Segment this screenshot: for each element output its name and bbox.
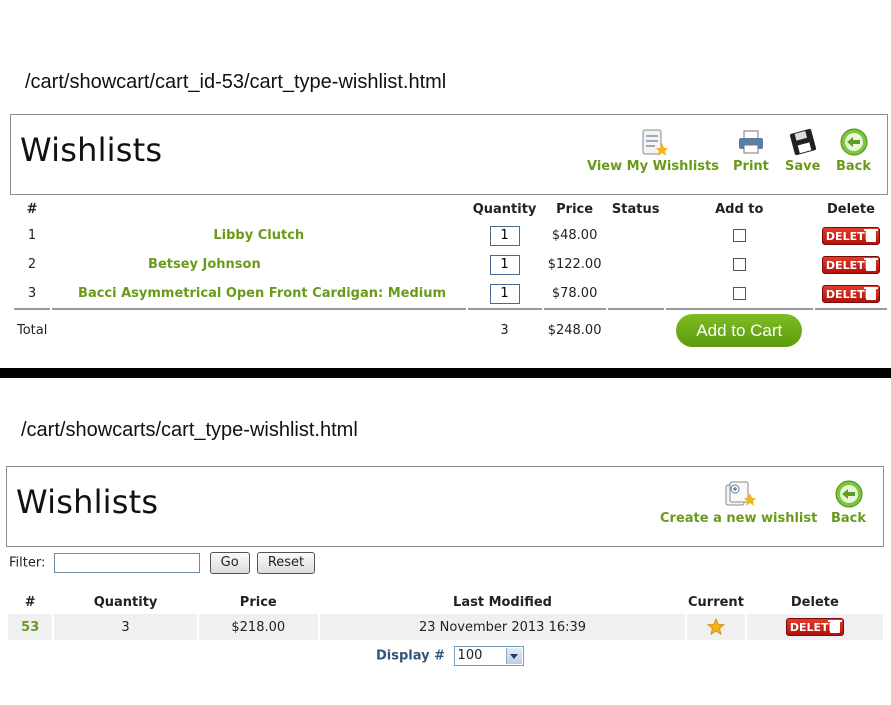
table-row: 3 Bacci Asymmetrical Open Front Cardigan…: [14, 279, 887, 308]
add-to-checkbox[interactable]: [732, 287, 746, 300]
save-button[interactable]: Save: [785, 127, 820, 174]
col-price: Price: [239, 594, 277, 610]
view-my-wishlists-button[interactable]: View My Wishlists: [587, 127, 719, 174]
col-add-to: Add to: [715, 201, 764, 217]
quantity-input[interactable]: [489, 283, 520, 304]
back-arrow-icon: [840, 128, 868, 156]
wishlist-list-icon: [642, 129, 668, 156]
col-quantity: Quantity: [472, 201, 537, 217]
display-count-select[interactable]: 100: [453, 646, 524, 666]
product-link[interactable]: Betsey Johnson: [148, 257, 261, 272]
trash-icon: [863, 257, 878, 271]
total-price: $248.00: [543, 308, 606, 350]
wishlists-header-panel: Wishlists Create a new wishlist Back: [6, 466, 884, 547]
col-current: Current: [688, 594, 744, 610]
cart-url: /cart/showcart/cart_id-53/cart_type-wish…: [25, 71, 447, 93]
chevron-down-icon: [505, 648, 522, 664]
delete-button[interactable]: DELETE: [821, 226, 880, 245]
filter-label: Filter:: [9, 555, 46, 571]
table-row: 53 3 $218.00 23 November 2013 16:39 DELE…: [8, 614, 883, 640]
back-button[interactable]: Back: [831, 479, 866, 526]
back-button[interactable]: Back: [836, 127, 871, 174]
trash-icon: [863, 228, 878, 242]
back-arrow-icon: [835, 480, 863, 508]
trash-icon: [863, 286, 878, 300]
quantity-input[interactable]: [489, 225, 520, 246]
add-to-checkbox[interactable]: [732, 258, 746, 271]
go-button[interactable]: Go: [209, 552, 250, 574]
delete-button[interactable]: DELETE: [821, 284, 880, 303]
trash-icon: [827, 620, 842, 633]
total-row: Total 3 $248.00 Add to Cart: [14, 308, 887, 350]
floppy-disk-icon: [789, 128, 816, 156]
wishlist-items-table: # Quantity Price Status Add to Delete 1 …: [12, 197, 889, 350]
col-number: #: [26, 201, 38, 217]
printer-icon: [738, 130, 763, 154]
wishlist-link[interactable]: 53: [21, 620, 39, 635]
table-row: 1 Libby Clutch $48.00 DELETE: [14, 221, 887, 250]
col-quantity: Quantity: [93, 594, 158, 610]
total-quantity: 3: [467, 308, 542, 350]
display-label: Display #: [376, 648, 446, 664]
create-wishlist-button[interactable]: Create a new wishlist: [660, 479, 817, 526]
reset-button[interactable]: Reset: [256, 552, 316, 574]
col-delete: Delete: [826, 201, 875, 217]
section-divider: [0, 368, 891, 378]
product-link[interactable]: Bacci Asymmetrical Open Front Cardigan: …: [78, 286, 446, 301]
print-button[interactable]: Print: [733, 127, 769, 174]
col-number: #: [24, 594, 36, 610]
add-to-cart-button[interactable]: Add to Cart: [676, 313, 803, 347]
page-title: Wishlists: [16, 483, 159, 521]
delete-button[interactable]: DELETE: [785, 618, 844, 636]
current-star-icon: [706, 617, 725, 635]
col-last-modified: Last Modified: [453, 594, 552, 610]
page-title: Wishlists: [20, 131, 163, 169]
col-price: Price: [556, 201, 594, 217]
new-wishlist-icon: [725, 481, 756, 506]
product-link[interactable]: Libby Clutch: [213, 228, 304, 243]
add-to-checkbox[interactable]: [732, 229, 746, 242]
wishlist-header-panel: Wishlists View My Wishlists Print Save B…: [10, 114, 888, 195]
filter-bar: Filter: Go Reset: [9, 552, 316, 574]
filter-input[interactable]: [53, 553, 200, 573]
quantity-input[interactable]: [489, 254, 520, 275]
col-delete: Delete: [790, 594, 839, 610]
delete-button[interactable]: DELETE: [821, 255, 880, 274]
total-label: Total: [14, 308, 51, 350]
table-row: 2 Betsey Johnson $122.00 DELETE: [14, 250, 887, 279]
carts-url: /cart/showcarts/cart_type-wishlist.html: [21, 419, 358, 441]
wishlists-table: # Quantity Price Last Modified Current D…: [6, 590, 885, 640]
display-count: Display # 100: [376, 646, 524, 666]
col-status: Status: [611, 201, 660, 217]
